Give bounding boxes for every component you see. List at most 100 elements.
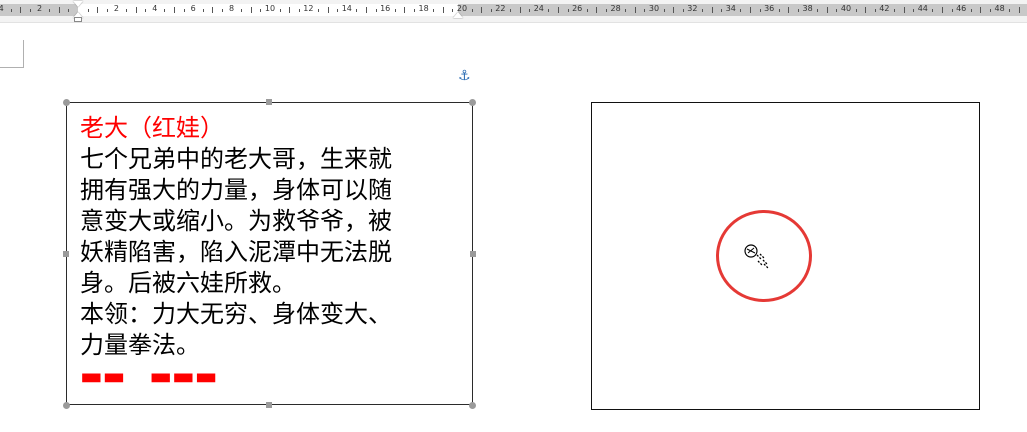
ruler-tick [788,7,789,13]
ruler-tick [625,9,626,12]
ruler-tick [289,7,290,13]
ruler-tick [49,9,50,12]
ruler-tick [673,7,674,13]
ruler-tick [472,9,473,12]
ruler-number: 2 [113,4,119,13]
ruler-tick [11,9,12,12]
ruler-tick [740,9,741,12]
resize-handle-top-left[interactable] [63,99,70,106]
ruler-tick [337,9,338,12]
ruler-number: 16 [380,4,391,13]
ruler-number: 32 [687,4,698,13]
text-line: 意变大或缩小。为救爷爷，被 [80,207,392,235]
ruler-tick [664,9,665,12]
ruler-tick [241,9,242,12]
anchor-icon[interactable]: ⚓ [458,68,471,84]
ruler-number: 4 [0,4,4,13]
horizontal-ruler[interactable]: 4 2 2 4 6 8 10 12 14 16 18 20 22 24 26 28 30 32 34 36 38 40 42… [0,0,1027,23]
ruler-tick [779,9,780,12]
resize-handle-top-right[interactable] [469,99,476,106]
ruler-tick [30,9,31,12]
drag-cursor-icon [742,242,774,276]
text-line: 七个兄弟中的老大哥，生来就 [80,145,392,173]
ruler-tick [299,9,300,12]
text-line: 身。后被六娃所救。 [80,269,296,297]
ruler-tick [376,9,377,12]
ruler-tick [356,9,357,12]
ruler-tick [107,9,108,12]
ruler-number: 42 [879,4,890,13]
ruler-tick [913,9,914,12]
ruler-tick [318,9,319,12]
text-line: 力量拳法。 [80,331,200,359]
ruler-number: 38 [802,4,813,13]
ruler-number: 22 [495,4,506,13]
ruler-tick [558,7,559,13]
ruler-tick [865,7,866,13]
ruler-tick [164,9,165,12]
ruler-number: 14 [341,4,352,13]
ruler-tick [798,9,799,12]
resize-handle-top[interactable] [266,99,272,105]
ruler-tick [932,9,933,12]
ruler-tick [760,9,761,12]
ruler-tick [548,9,549,12]
ruler-tick [145,9,146,12]
ruler-number: 26 [572,4,583,13]
ruler-number: 4 [152,4,158,13]
ruler-tick [702,9,703,12]
ruler-tick [97,7,98,13]
ruler-tick [529,9,530,12]
ruler-number: 18 [418,4,429,13]
ruler-tick [404,7,405,13]
ruler-tick [568,9,569,12]
ruler-number: 8 [229,4,235,13]
ruler-tick [817,9,818,12]
ruler-tick [88,9,89,12]
ruler-number: 44 [917,4,928,13]
ruler-number: 12 [303,4,314,13]
ruler-tick [260,9,261,12]
ruler-tick [952,9,953,12]
ruler-tick [712,7,713,13]
ruler-tick [635,7,636,13]
ruler-tick [520,7,521,13]
overflow-text-line: ▬▬ ▬▬▬ [80,362,218,390]
text-line: 妖精陷害，陷入泥潭中无法脱 [80,238,392,266]
ruler-tick [328,7,329,13]
ruler-tick [990,9,991,12]
ruler-tick [174,7,175,13]
resize-handle-bottom[interactable] [266,402,272,408]
text-box[interactable]: 老大（红娃） 七个兄弟中的老大哥，生来就 拥有强大的力量，身体可以随 意变大或缩… [66,102,473,405]
ruler-tick [644,9,645,12]
first-line-indent-marker[interactable] [73,1,83,7]
resize-handle-bottom-right[interactable] [469,402,476,409]
ruler-tick [481,7,482,13]
ruler-tick [827,7,828,13]
ruler-tick [836,9,837,12]
ruler-tick [433,9,434,12]
ruler-tick [452,9,453,12]
ruler-number: 6 [190,4,196,13]
resize-handle-left[interactable] [63,251,69,257]
resize-handle-bottom-left[interactable] [63,402,70,409]
ruler-tick [366,7,367,13]
ruler-number: 10 [264,4,276,13]
ruler-number: 46 [956,4,967,13]
ruler-tick [280,9,281,12]
ruler-tick [126,9,127,12]
ruler-tick [971,9,972,12]
ruler-number: 48 [994,4,1005,13]
resize-handle-right[interactable] [470,251,476,257]
ruler-tick [68,9,69,12]
left-indent-marker[interactable] [74,17,82,22]
ruler-tick [395,9,396,12]
ruler-number: 34 [725,4,736,13]
ruler-tick [59,7,60,13]
ruler-tick [184,9,185,12]
ruler-tick [251,7,252,13]
ruler-tick [443,7,444,13]
ruler-tick [904,7,905,13]
ruler-tick [20,7,21,13]
text-box-content[interactable]: 老大（红娃） 七个兄弟中的老大哥，生来就 拥有强大的力量，身体可以随 意变大或缩… [80,113,465,392]
